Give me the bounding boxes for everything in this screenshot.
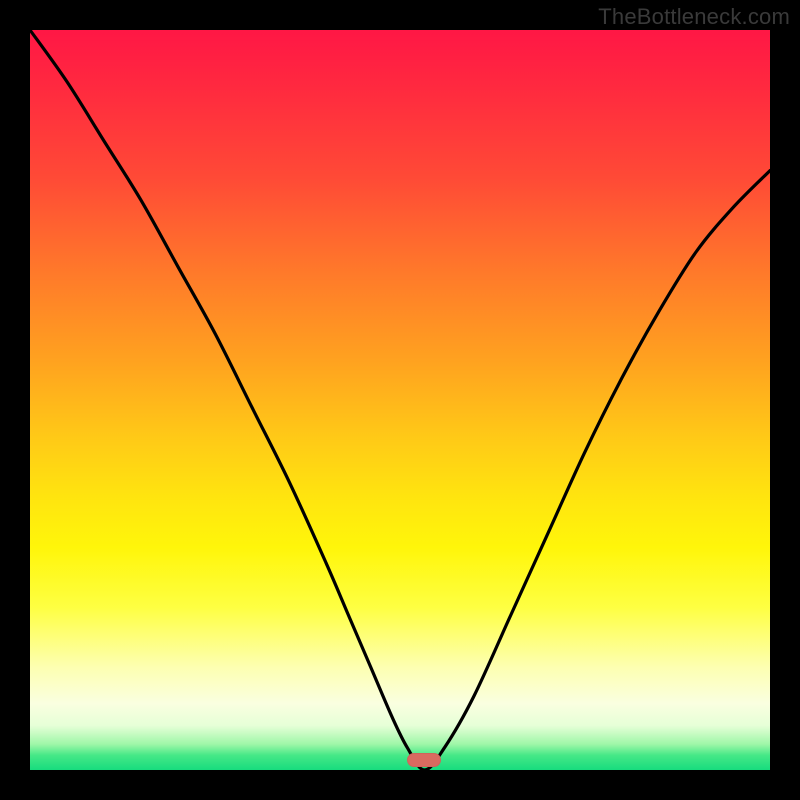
bottleneck-curve [30,30,770,770]
plot-area [30,30,770,770]
minimum-marker [407,753,441,767]
chart-frame: TheBottleneck.com [0,0,800,800]
watermark-text: TheBottleneck.com [598,4,790,30]
